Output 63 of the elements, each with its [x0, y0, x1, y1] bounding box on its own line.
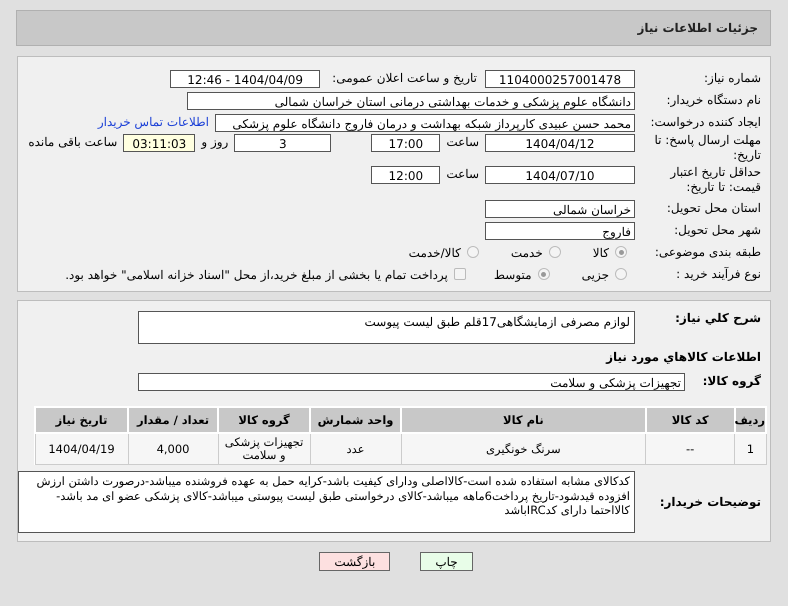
field-label: شرح کلي نياز: — [674, 311, 762, 325]
back-button[interactable]: بازگشت — [319, 552, 390, 571]
column-header: واحد شمارش — [310, 407, 402, 433]
radio-button[interactable] — [466, 246, 479, 258]
checkbox[interactable] — [454, 268, 466, 280]
radio-button[interactable] — [615, 246, 627, 258]
radio-label: متوسط — [492, 268, 533, 282]
table-cell: عدد — [310, 433, 402, 464]
field-label: تاریخ و ساعت اعلان عمومی: — [331, 71, 478, 85]
buyer-notes-field: کدکالای مشابه استفاده شده است-کالااصلی ودارای کیفیت باشد-کرایه حمل به عهده فروشنده میباشد-درصورت داشتن ارزش افزوده قیدشود-تاریخ پرداخت6ماهه میباشد-کالای درخواستی طبق لیست پیوستی میباشد-کالای پزشکی عضو ای مد باشد-کالااحتما دارای کدIRCباشد — [18, 471, 635, 533]
days-label: روز و — [200, 135, 230, 149]
radio-label: خدمت — [510, 246, 544, 260]
print-button[interactable]: چاپ — [420, 552, 473, 571]
time-label: ساعت — [445, 135, 480, 149]
field-label: شماره نیاز: — [703, 71, 762, 85]
field-label: گروه کالا: — [702, 374, 762, 388]
field-label: شهر محل تحویل: — [673, 223, 762, 237]
column-header: کد کالا — [646, 407, 735, 433]
buyer-org-field: دانشگاه علوم پزشکی و خدمات بهداشتی درمانی استان خراسان شمالی — [187, 92, 635, 110]
page-title: جزئیات اطلاعات نیاز — [637, 21, 758, 35]
radio-button[interactable] — [548, 246, 561, 258]
table-cell: سرنگ خونگیری — [401, 433, 646, 464]
days-field: 3 — [234, 134, 332, 152]
radio-label: جزیی — [580, 268, 610, 282]
city-field: فاروج — [485, 222, 635, 240]
field-label: طبقه بندی موضوعی: — [654, 245, 762, 259]
announce-date-field: 1404/04/09 - 12:46 — [170, 70, 320, 88]
buyer-contact-link[interactable]: اطلاعات تماس خریدار — [98, 115, 215, 129]
field-label: مهلت ارسال پاسخ: تا تاریخ: — [653, 133, 762, 163]
field-label: توضیحات خریدار: — [658, 495, 762, 509]
goods-group-field: تجهیزات پزشکی و سلامت — [138, 372, 685, 390]
description-field: لوازم مصرفی ازمایشگاهی17قلم طبق لیست پیوست — [138, 311, 635, 344]
radio-button[interactable] — [538, 268, 550, 280]
deadline-time-field: 17:00 — [371, 134, 440, 152]
radio-label: کالا/خدمت — [408, 246, 462, 260]
field-label: نوع فرآیند خرید : — [675, 267, 762, 281]
table-cell: -- — [646, 433, 735, 464]
section-heading: اطلاعات کالاهاي مورد نياز — [606, 350, 762, 364]
column-header: نام کالا — [401, 407, 646, 433]
column-header: تعداد / مقدار — [128, 407, 218, 433]
field-label: نام دستگاه خریدار: — [666, 93, 762, 107]
field-label: حداقل تاریخ اعتبار قیمت: تا تاریخ: — [668, 165, 762, 195]
remaining-label: ساعت باقی مانده — [27, 135, 118, 149]
field-label: ایجاد کننده درخواست: — [649, 115, 762, 129]
validity-time-field: 12:00 — [371, 166, 440, 184]
table-cell: 1404/04/19 — [35, 433, 128, 464]
table-cell: 1 — [734, 433, 766, 464]
table-cell: تجهیزات پزشکی و سلامت — [218, 433, 310, 464]
need-number-field: 1104000257001478 — [485, 70, 635, 88]
radio-label: کالا — [592, 246, 610, 260]
radio-button[interactable] — [615, 268, 627, 280]
column-header: گروه کالا — [218, 407, 310, 433]
remaining-time-field: 03:11:03 — [123, 134, 196, 152]
time-label: ساعت — [445, 167, 480, 181]
validity-date-field: 1404/07/10 — [485, 166, 635, 184]
deadline-date-field: 1404/04/12 — [485, 134, 635, 152]
column-header: تاریخ نیاز — [35, 407, 128, 433]
creator-field: محمد حسن عبیدی کارپرداز شبکه بهداشت و درمان فاروج دانشگاه علوم پزشکی — [215, 114, 635, 132]
province-field: خراسان شمالی — [485, 200, 635, 218]
column-header: ردیف — [734, 407, 766, 433]
table-cell: 4,000 — [128, 433, 218, 464]
field-label: استان محل تحویل: — [666, 201, 762, 215]
checkbox-label: پرداخت تمام یا بخشی از مبلغ خرید،از محل "اسناد خزانه اسلامی" خواهد بود. — [64, 268, 449, 282]
